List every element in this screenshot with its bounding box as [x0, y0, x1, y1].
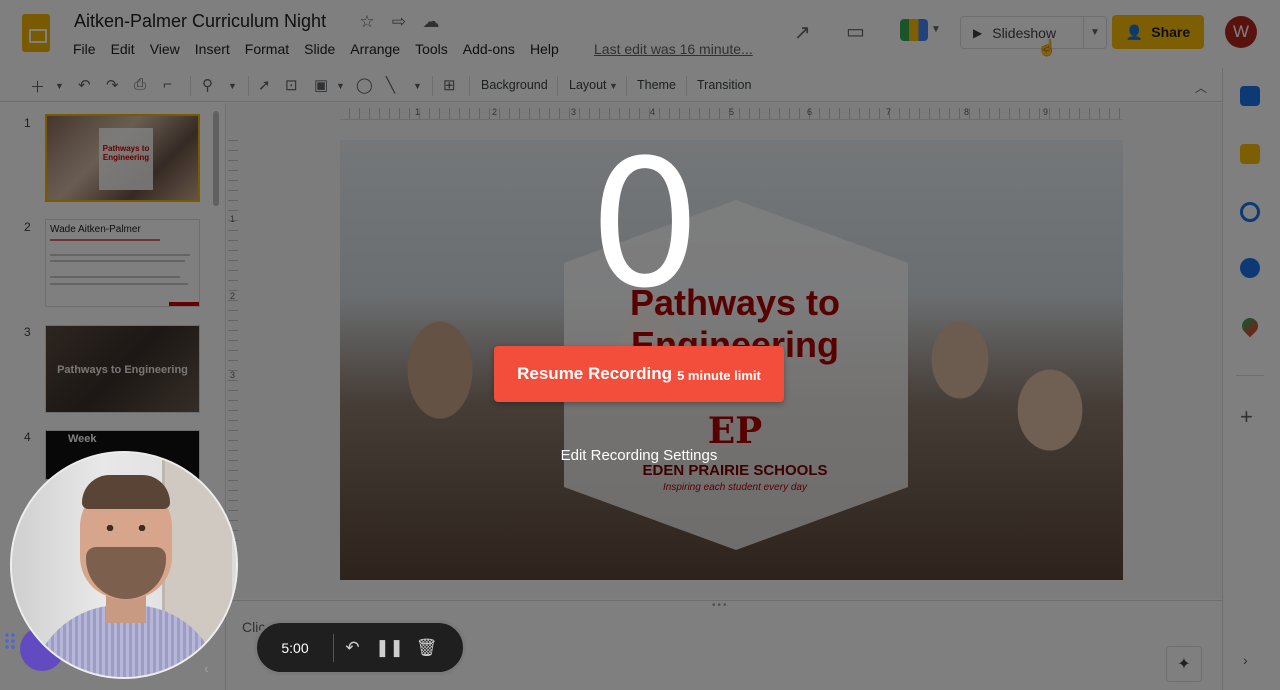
webcam-person-hair: [82, 475, 170, 509]
resume-recording-button[interactable]: Resume Recording 5 minute limit: [494, 346, 784, 402]
recording-timer: 5:00: [281, 639, 309, 656]
undo-icon[interactable]: ↶: [334, 638, 371, 658]
trash-icon[interactable]: 🗑: [408, 638, 445, 658]
recording-control-bar: 5:00 ↶ ❚❚ 🗑: [254, 620, 466, 675]
pause-icon[interactable]: ❚❚: [371, 638, 408, 658]
recording-limit-label: 5 minute limit: [677, 368, 761, 383]
webcam-person-eyes: [102, 525, 150, 531]
resume-recording-label: Resume Recording: [517, 364, 673, 383]
collapse-filmstrip-icon[interactable]: ‹: [204, 660, 209, 676]
edit-recording-settings-link[interactable]: Edit Recording Settings: [500, 447, 778, 464]
recording-countdown: 0: [589, 122, 701, 327]
webcam-bubble[interactable]: [10, 451, 238, 679]
